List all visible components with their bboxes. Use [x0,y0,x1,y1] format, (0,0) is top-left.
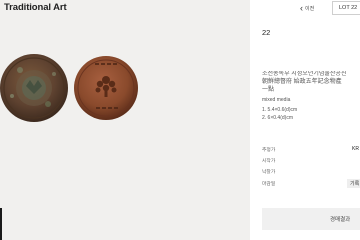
coin-obverse [0,54,68,122]
lot-medium: mixed media [262,97,291,103]
hammer-price-row: 낙찰가 [262,168,360,175]
chevron-left-icon: ‹ [300,2,303,13]
start-price-label: 시작가 [262,159,276,164]
prev-lot-button[interactable]: ‹ 이전 [300,2,315,13]
lot-title: 조선총독부 시정오년기념물산공진 朝鮮總督府 始政五年記念物產 一點 [262,71,360,94]
coin-images [0,54,138,122]
deadline-row: 마감일 기록 [262,179,360,188]
title-line: 朝鮮總督府 始政五年記念物產 [262,78,342,85]
title-line: 一點 [262,86,275,93]
lot-number: 22 [262,28,271,37]
title-line: 조선총독부 시정오년기념물산공진 [262,71,347,77]
lot-size-2: 2. 6×0.4(d)cm [262,115,293,121]
deadline-label: 마감일 [262,182,276,187]
lot-navigation: ‹ 이전 LOT 22 [300,0,360,16]
estimate-row: 추정가 KR [262,146,360,153]
hammer-price-label: 낙찰가 [262,170,276,175]
image-viewer: Traditional Art [0,0,250,240]
lot-size-1: 1. 5.4×0.6(d)cm [262,107,298,113]
deadline-value: 기록 [347,179,360,188]
estimate-label: 추정가 [262,148,276,153]
auction-result-button[interactable]: 경매결과 [262,208,360,230]
coin-reverse [74,56,138,120]
prev-label: 이전 [305,5,315,12]
estimate-value: KR [352,146,359,152]
lot-selector[interactable]: LOT 22 [332,1,360,15]
start-price-row: 시작가 [262,157,360,164]
panel-edge-marker [0,208,2,240]
